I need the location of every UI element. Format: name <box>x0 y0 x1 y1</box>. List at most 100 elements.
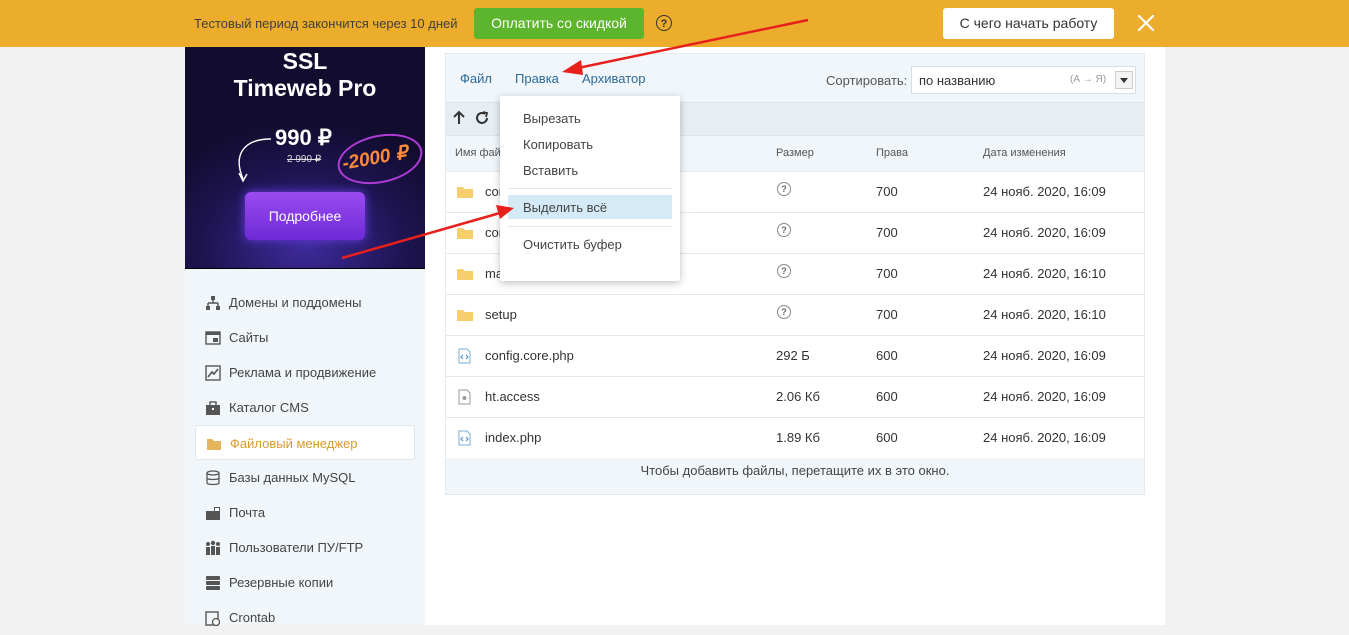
file-date: 24 нояб. 2020, 16:09 <box>983 430 1106 445</box>
sidebar-item-crontab[interactable]: Crontab <box>195 600 415 635</box>
sort-label: Сортировать: <box>826 73 908 88</box>
menu-edit[interactable]: Правка <box>515 71 559 86</box>
banner-old-price: 2 990 ₽ <box>287 154 322 165</box>
banner-title-line2: Timeweb Pro <box>233 75 377 101</box>
sidebar-item-sites[interactable]: Сайты <box>195 320 415 355</box>
sidebar: SSL Timeweb Pro 990 ₽ 2 990 ₽ -2000 ₽ По… <box>185 47 425 626</box>
sidebar-item-ads[interactable]: Реклама и продвижение <box>195 355 415 390</box>
menu-item-label: Вырезать <box>523 111 581 126</box>
folder-icon <box>457 310 473 321</box>
sidebar-item-ftp-users[interactable]: Пользователи ПУ/FTP <box>195 530 415 565</box>
sidebar-item-mail[interactable]: Почта <box>195 495 415 530</box>
close-icon[interactable] <box>1135 12 1157 34</box>
menu-divider <box>508 188 672 189</box>
briefcase-icon <box>206 401 220 415</box>
sidebar-item-label: Сайты <box>229 330 269 345</box>
size-unknown-icon[interactable]: ? <box>777 182 791 196</box>
file-date: 24 нояб. 2020, 16:09 <box>983 225 1106 240</box>
sidebar-item-file-manager[interactable]: Файловый менеджер <box>195 425 415 460</box>
file-name: setup <box>485 307 517 322</box>
config-file-icon <box>458 389 471 405</box>
folder-icon <box>207 439 221 450</box>
menu-divider <box>508 226 672 227</box>
menu-item-cut[interactable]: Вырезать <box>508 106 672 130</box>
table-row[interactable]: index.php 1.89 Кб 600 24 нояб. 2020, 16:… <box>446 417 1144 458</box>
sidebar-item-label: Домены и поддомены <box>229 295 362 310</box>
sidebar-item-label: Базы данных MySQL <box>229 470 356 485</box>
sidebar-item-label: Каталог CMS <box>229 400 309 415</box>
sidebar-item-label: Реклама и продвижение <box>229 365 377 380</box>
size-unknown-icon[interactable]: ? <box>777 264 791 278</box>
getting-started-button[interactable]: С чего начать работу <box>943 8 1114 39</box>
pay-discount-button[interactable]: Оплатить со скидкой <box>474 8 644 39</box>
trial-text: Тестовый период закончится через 10 дней <box>194 16 458 31</box>
col-date[interactable]: Дата изменения <box>983 147 1066 159</box>
arrow-up-icon[interactable] <box>451 110 467 126</box>
menu-archiver[interactable]: Архиватор <box>582 71 646 86</box>
sidebar-item-label: Crontab <box>229 610 276 625</box>
table-row[interactable]: ht.access 2.06 Кб 600 24 нояб. 2020, 16:… <box>446 376 1144 417</box>
banner-price: 990 ₽ <box>275 125 332 150</box>
server-icon <box>206 576 220 590</box>
chevron-down-icon[interactable] <box>1115 71 1133 89</box>
code-file-icon <box>458 430 471 446</box>
file-date: 24 нояб. 2020, 16:09 <box>983 184 1106 199</box>
col-size[interactable]: Размер <box>776 147 814 159</box>
file-perms: 700 <box>876 266 898 281</box>
sidebar-item-cms[interactable]: Каталог CMS <box>195 390 415 425</box>
curved-arrow-icon <box>238 138 272 183</box>
file-size: 2.06 Кб <box>776 389 820 404</box>
code-file-icon <box>458 348 471 364</box>
file-name: index.php <box>485 430 542 445</box>
table-row[interactable]: config.core.php 292 Б 600 24 нояб. 2020,… <box>446 335 1144 376</box>
menu-file[interactable]: Файл <box>460 71 492 86</box>
sort-select[interactable]: по названию (А → Я) <box>911 66 1136 94</box>
trial-banner: Тестовый период закончится через 10 дней… <box>0 0 1349 47</box>
menu-item-paste[interactable]: Вставить <box>508 158 672 182</box>
menu-item-clear-buffer[interactable]: Очистить буфер <box>508 232 672 256</box>
folder-icon <box>457 187 473 198</box>
refresh-icon[interactable] <box>474 110 490 126</box>
banner-divider <box>185 268 425 269</box>
menu-item-select-all[interactable]: Выделить всё <box>508 195 672 219</box>
banner-title-line1: SSL <box>282 48 328 74</box>
menu-item-copy[interactable]: Копировать <box>508 132 672 156</box>
file-size: 1.89 Кб <box>776 430 820 445</box>
drop-hint: Чтобы добавить файлы, перетащите их в эт… <box>640 463 950 478</box>
file-name: ht.access <box>485 389 540 404</box>
sidebar-item-domains[interactable]: Домены и поддомены <box>195 285 415 320</box>
file-date: 24 нояб. 2020, 16:10 <box>983 266 1106 281</box>
sort-value: по названию <box>919 73 996 88</box>
edit-dropdown-menu: Вырезать Копировать Вставить Выделить вс… <box>500 96 680 281</box>
menu-item-label: Выделить всё <box>523 200 608 215</box>
sort-hint: (А → Я) <box>1070 74 1107 85</box>
chart-icon <box>205 365 221 381</box>
sitemap-icon <box>206 296 220 310</box>
file-perms: 700 <box>876 307 898 322</box>
col-perms[interactable]: Права <box>876 147 908 159</box>
menu-item-label: Копировать <box>523 137 593 152</box>
file-perms: 600 <box>876 389 898 404</box>
sidebar-item-mysql[interactable]: Базы данных MySQL <box>195 460 415 495</box>
sidebar-item-label: Пользователи ПУ/FTP <box>229 540 364 555</box>
promo-banner[interactable]: SSL Timeweb Pro 990 ₽ 2 990 ₽ -2000 ₽ По… <box>185 47 425 269</box>
clock-icon <box>205 611 221 626</box>
size-unknown-icon[interactable]: ? <box>777 305 791 319</box>
file-name: config.core.php <box>485 348 574 363</box>
file-perms: 700 <box>876 184 898 199</box>
file-size: 292 Б <box>776 348 810 363</box>
help-icon[interactable]: ? <box>656 15 672 31</box>
file-date: 24 нояб. 2020, 16:09 <box>983 389 1106 404</box>
size-unknown-icon[interactable]: ? <box>777 223 791 237</box>
file-date: 24 нояб. 2020, 16:09 <box>983 348 1106 363</box>
table-row[interactable]: setup ? 700 24 нояб. 2020, 16:10 <box>446 294 1144 335</box>
sidebar-item-label: Почта <box>229 505 266 520</box>
mail-icon <box>206 507 220 520</box>
sidebar-item-backups[interactable]: Резервные копии <box>195 565 415 600</box>
menu-item-label: Очистить буфер <box>523 237 622 252</box>
file-perms: 700 <box>876 225 898 240</box>
sidebar-item-label: Резервные копии <box>229 575 334 590</box>
banner-more-button[interactable]: Подробнее <box>245 192 365 240</box>
menu-item-label: Вставить <box>523 163 579 178</box>
database-icon <box>206 470 220 486</box>
